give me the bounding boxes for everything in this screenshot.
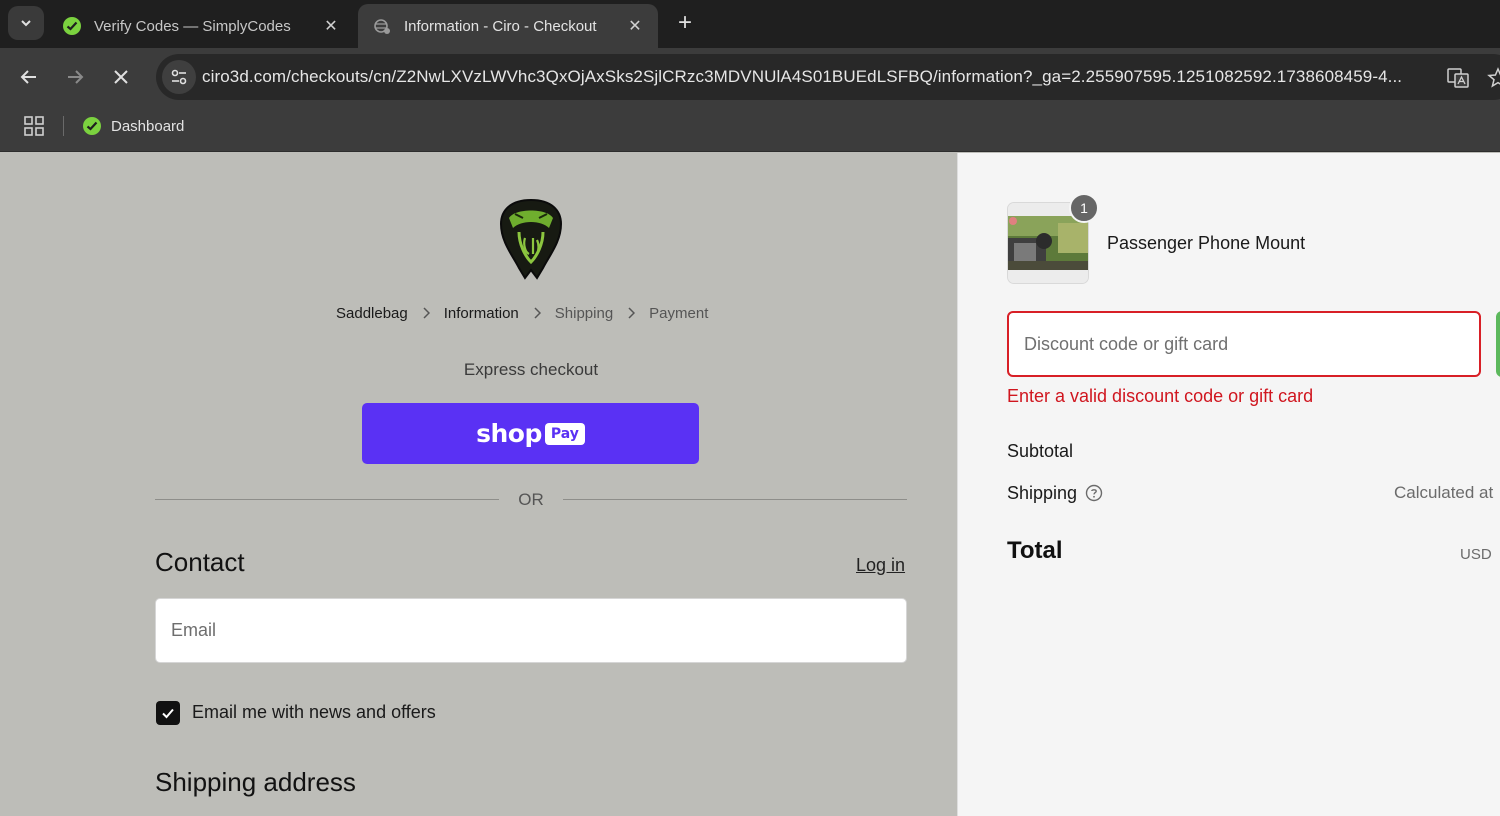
translate-icon[interactable]	[1446, 66, 1470, 90]
loading-globe-icon	[374, 19, 390, 34]
close-icon[interactable]: ✕	[626, 16, 644, 36]
ciro-snake-logo[interactable]	[495, 198, 567, 280]
breadcrumb: Saddlebag Information Shipping Payment	[336, 303, 708, 323]
arrow-right-icon	[68, 70, 84, 84]
tab-title: Verify Codes — SimplyCodes	[94, 17, 291, 35]
shipping-address-heading: Shipping address	[155, 767, 356, 797]
close-icon	[114, 70, 128, 84]
url-text[interactable]: ciro3d.com/checkouts/cn/Z2NwLXVzLWVhc3Qx…	[202, 67, 1432, 87]
express-checkout-label: Express checkout	[463, 360, 599, 379]
bookmark-label: Dashboard	[111, 117, 185, 135]
login-link[interactable]: Log in	[856, 555, 905, 576]
or-label: OR	[518, 490, 544, 509]
help-circle-icon[interactable]	[1085, 484, 1103, 502]
simplycodes-check-icon	[63, 17, 81, 35]
order-summary: 1 Passenger Phone Mount Enter a valid di…	[957, 153, 1500, 816]
new-tab-button[interactable]: +	[672, 8, 698, 38]
shop-pay-wordmark: shop	[476, 419, 542, 448]
tab-simplycodes[interactable]: Verify Codes — SimplyCodes ✕	[48, 4, 354, 48]
chevron-down-icon	[21, 20, 31, 27]
newsletter-checkbox[interactable]	[156, 701, 180, 725]
apply-discount-button[interactable]	[1496, 311, 1500, 377]
navigation-bar: ciro3d.com/checkouts/cn/Z2NwLXVzLWVhc3Qx…	[0, 48, 1500, 106]
bookmarks-divider	[63, 116, 64, 136]
total-label: Total	[1007, 537, 1063, 564]
divider-line	[155, 499, 499, 500]
bookmark-dashboard[interactable]: Dashboard	[82, 114, 184, 138]
forward-button[interactable]	[60, 62, 90, 92]
product-name: Passenger Phone Mount	[1107, 233, 1306, 253]
bookmarks-bar: Dashboard	[0, 106, 1500, 152]
breadcrumb-saddlebag[interactable]: Saddlebag	[336, 305, 408, 322]
shipping-value: Calculated at	[1394, 483, 1494, 502]
currency-code: USD	[1460, 546, 1492, 563]
discount-error-message: Enter a valid discount code or gift card	[1007, 386, 1314, 406]
checkmark-icon	[162, 708, 174, 719]
chevron-right-icon	[613, 307, 649, 319]
checkout-main: Saddlebag Information Shipping Payment E…	[0, 153, 957, 816]
bookmark-star-icon[interactable]	[1486, 66, 1500, 90]
breadcrumb-shipping: Shipping	[554, 304, 614, 322]
back-button[interactable]	[14, 62, 44, 92]
tab-title: Information - Ciro - Checkout	[404, 17, 597, 35]
divider-line	[563, 499, 907, 500]
chevron-right-icon	[408, 307, 444, 319]
tab-search-button[interactable]	[8, 6, 44, 40]
simplycodes-check-icon	[83, 117, 101, 135]
newsletter-label[interactable]: Email me with news and offers	[192, 702, 436, 723]
apps-grid-icon[interactable]	[23, 115, 45, 137]
breadcrumb-payment: Payment	[649, 304, 709, 322]
arrow-left-icon	[20, 70, 36, 84]
tab-ciro-checkout[interactable]: Information - Ciro - Checkout ✕	[358, 4, 658, 48]
stop-loading-button[interactable]	[106, 62, 136, 92]
shop-pay-button[interactable]: shop Pay	[362, 403, 699, 464]
quantity-badge: 1	[1069, 193, 1099, 223]
shipping-label: Shipping	[1007, 483, 1078, 503]
breadcrumb-information: Information	[443, 304, 519, 322]
site-info-button[interactable]	[162, 60, 196, 94]
address-bar[interactable]: ciro3d.com/checkouts/cn/Z2NwLXVzLWVhc3Qx…	[156, 54, 1500, 100]
email-field[interactable]	[155, 598, 907, 663]
tab-strip: Verify Codes — SimplyCodes ✕ Information…	[0, 0, 1500, 48]
contact-heading: Contact	[155, 547, 245, 577]
subtotal-label: Subtotal	[1007, 441, 1074, 461]
chevron-right-icon	[519, 307, 555, 319]
shop-pay-badge: Pay	[544, 422, 585, 445]
close-icon[interactable]: ✕	[322, 16, 340, 36]
tune-icon	[171, 69, 187, 85]
discount-code-field[interactable]	[1007, 311, 1481, 377]
